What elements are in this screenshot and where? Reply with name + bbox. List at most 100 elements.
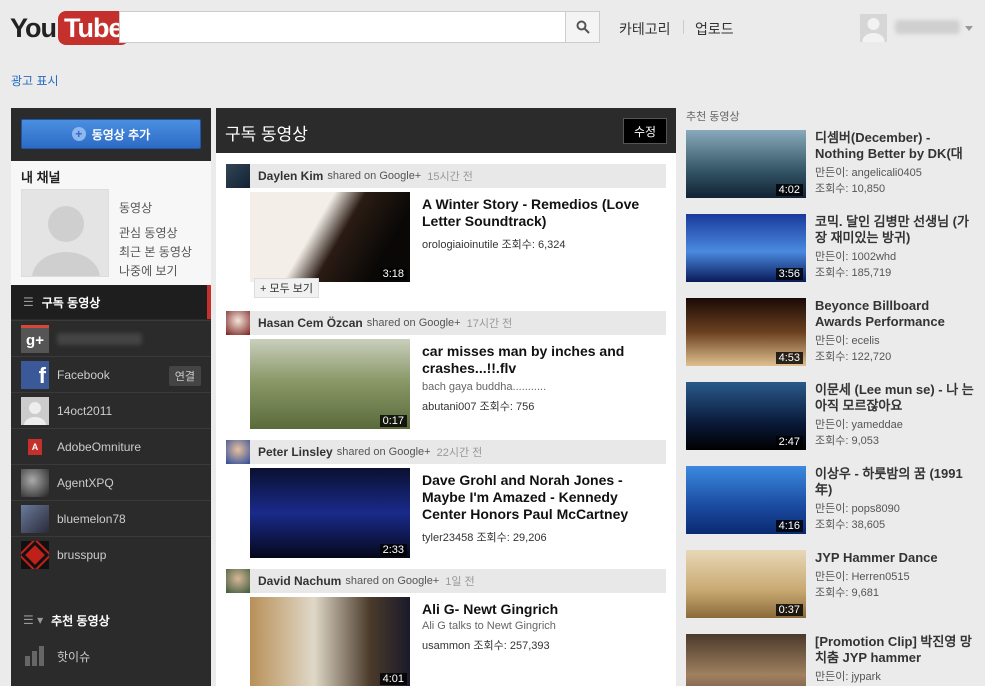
brusspup-avatar-icon: [21, 540, 49, 569]
video-uploader[interactable]: jypark: [851, 671, 880, 683]
user-avatar[interactable]: [226, 311, 250, 335]
views-count: 9,053: [851, 435, 880, 447]
default-avatar-icon: [22, 190, 108, 276]
feed-item: Hasan Cem Özcan shared on Google+ 17시간 전…: [226, 311, 666, 431]
video-thumbnail[interactable]: 2:33: [250, 468, 410, 558]
video-title[interactable]: A Winter Story - Remedios (Love Letter S…: [422, 196, 662, 230]
video-title[interactable]: 코믹. 달인 김병만 선생님 (가장 재미있는 방귀): [815, 214, 975, 246]
video-by: 만든이: Herren0515: [815, 568, 975, 584]
sidebar-item-gplus[interactable]: g+: [11, 320, 211, 356]
video-title[interactable]: Beyonce Billboard Awards Performance: [815, 298, 975, 330]
user-avatar[interactable]: [226, 164, 250, 188]
video-title[interactable]: 디셈버(December) - Nothing Better by DK(대: [815, 130, 975, 162]
views-label: 조회수:: [815, 435, 849, 447]
sidebar-item-bluemelon78[interactable]: bluemelon78: [11, 500, 211, 536]
facebook-icon: f: [21, 360, 49, 389]
channel-link-history[interactable]: 최근 본 동영상: [119, 243, 192, 260]
video-thumbnail[interactable]: 2:47: [686, 382, 806, 450]
search-input[interactable]: [119, 11, 566, 43]
sidebar-item-trending[interactable]: 핫이슈: [11, 638, 211, 674]
video-thumbnail[interactable]: [686, 634, 806, 686]
video-thumbnail[interactable]: 4:53: [686, 298, 806, 366]
video-uploader[interactable]: pops8090: [851, 503, 899, 515]
video-title[interactable]: Ali G- Newt Gingrich: [422, 601, 662, 618]
video-views: 조회수: 122,720: [815, 348, 975, 364]
feed-shared: shared on Google+: [366, 317, 461, 329]
video-views: 조회수: 185,719: [815, 264, 975, 280]
video-uploader[interactable]: yameddae: [851, 419, 902, 431]
recommended-label: 추천 동영상: [51, 613, 110, 628]
category-link[interactable]: 카테고리: [619, 19, 671, 39]
video-thumbnail[interactable]: 0:17: [250, 339, 410, 429]
show-all-button[interactable]: + 모두 보기: [254, 278, 320, 298]
ad-link[interactable]: 광고 표시: [11, 72, 59, 89]
user-avatar[interactable]: [226, 569, 250, 593]
feed-user[interactable]: Daylen Kim: [258, 169, 323, 183]
video-uploader[interactable]: angelicali0405: [851, 167, 921, 179]
video-thumbnail[interactable]: 4:16: [686, 466, 806, 534]
search-button[interactable]: [565, 11, 600, 43]
video-thumbnail[interactable]: 3:18: [250, 192, 410, 282]
recommended-item: 3:56 코믹. 달인 김병만 선생님 (가장 재미있는 방귀) 만든이: 10…: [686, 214, 985, 282]
feed-user[interactable]: Peter Linsley: [258, 445, 333, 459]
video-stats: abutani007 조회수: 756: [422, 398, 534, 414]
sidebar-item-label: 핫이슈: [57, 649, 91, 664]
video-uploader[interactable]: tyler23458: [422, 532, 473, 544]
video-duration: 3:56: [775, 268, 803, 280]
video-thumbnail[interactable]: 0:37: [686, 550, 806, 618]
video-duration: 2:33: [379, 544, 407, 556]
video-by: 만든이: angelicali0405: [815, 164, 975, 180]
channel-avatar[interactable]: [21, 189, 109, 277]
feed-item: Peter Linsley shared on Google+ 22시간 전 2…: [226, 440, 666, 560]
feed-user[interactable]: David Nachum: [258, 574, 341, 588]
by-label: 만든이:: [815, 571, 849, 583]
upload-link[interactable]: 업로드: [695, 19, 734, 39]
connect-button[interactable]: 연결: [168, 366, 201, 386]
video-uploader[interactable]: Herren0515: [851, 571, 909, 583]
sidebar-item-subscriptions[interactable]: ☰ 구독 동영상: [11, 285, 211, 319]
recommended-title: 추천 동영상: [686, 111, 740, 123]
subscriptions-label: 구독 동영상: [41, 295, 101, 310]
video-uploader[interactable]: orologiaioinutile: [422, 239, 498, 251]
video-views: 조회수: 9,053: [815, 432, 975, 448]
video-by: 만든이: 1002whd: [815, 248, 975, 264]
views-count: 38,605: [851, 519, 886, 531]
video-duration: 0:37: [775, 604, 803, 616]
video-title[interactable]: 이문세 (Lee mun se) - 나 는 아직 모르잖아요: [815, 382, 975, 414]
video-title[interactable]: Dave Grohl and Norah Jones - Maybe I'm A…: [422, 472, 662, 523]
video-title[interactable]: 이상우 - 하룻밤의 꿈 (1991年): [815, 466, 975, 498]
sidebar-item-agentxpq[interactable]: AgentXPQ: [11, 464, 211, 500]
username-blurred[interactable]: [895, 20, 960, 34]
video-uploader[interactable]: 1002whd: [851, 251, 896, 263]
recommended-item: 4:53 Beyonce Billboard Awards Performanc…: [686, 298, 985, 366]
video-thumbnail[interactable]: 3:56: [686, 214, 806, 282]
sidebar-item-adobeomniture[interactable]: A AdobeOmniture: [11, 428, 211, 464]
channel-link-favorites[interactable]: 관심 동영상: [119, 224, 178, 241]
add-video-button[interactable]: + 동영상 추가: [21, 119, 201, 149]
feed-user[interactable]: Hasan Cem Özcan: [258, 316, 363, 330]
video-thumbnail[interactable]: 4:02: [686, 130, 806, 198]
video-uploader[interactable]: abutani007: [422, 401, 476, 413]
channel-link-videos[interactable]: 동영상: [119, 199, 152, 216]
user-avatar[interactable]: [226, 440, 250, 464]
video-title[interactable]: [Promotion Clip] 박진영 망치춤 JYP hammer: [815, 634, 975, 666]
video-uploader[interactable]: usammon: [422, 640, 470, 652]
recommended-text: 코믹. 달인 김병만 선생님 (가장 재미있는 방귀) 만든이: 1002whd…: [815, 214, 975, 280]
gplus-icon: g+: [21, 324, 49, 353]
sidebar-item-brusspup[interactable]: brusspup: [11, 536, 211, 572]
sidebar-item-14oct2011[interactable]: 14oct2011: [11, 392, 211, 428]
user-avatar[interactable]: [860, 14, 887, 42]
default-avatar-icon: [860, 14, 887, 42]
video-thumbnail[interactable]: 4:01: [250, 597, 410, 686]
my-channel-title[interactable]: 내 채널: [21, 167, 61, 186]
sidebar-item-recommended[interactable]: ☰ ▾ 추천 동영상: [11, 603, 211, 637]
video-title[interactable]: JYP Hammer Dance: [815, 550, 975, 566]
video-uploader[interactable]: ecelis: [851, 335, 879, 347]
edit-button[interactable]: 수정: [623, 118, 667, 144]
channel-link-watch-later[interactable]: 나중에 보기: [119, 262, 178, 279]
youtube-logo[interactable]: You Tube: [10, 10, 129, 46]
video-title[interactable]: car misses man by inches and crashes...!…: [422, 343, 662, 377]
video-duration: 4:02: [775, 184, 803, 196]
chevron-down-icon[interactable]: [965, 26, 973, 31]
sidebar-item-facebook[interactable]: f Facebook 연결: [11, 356, 211, 392]
